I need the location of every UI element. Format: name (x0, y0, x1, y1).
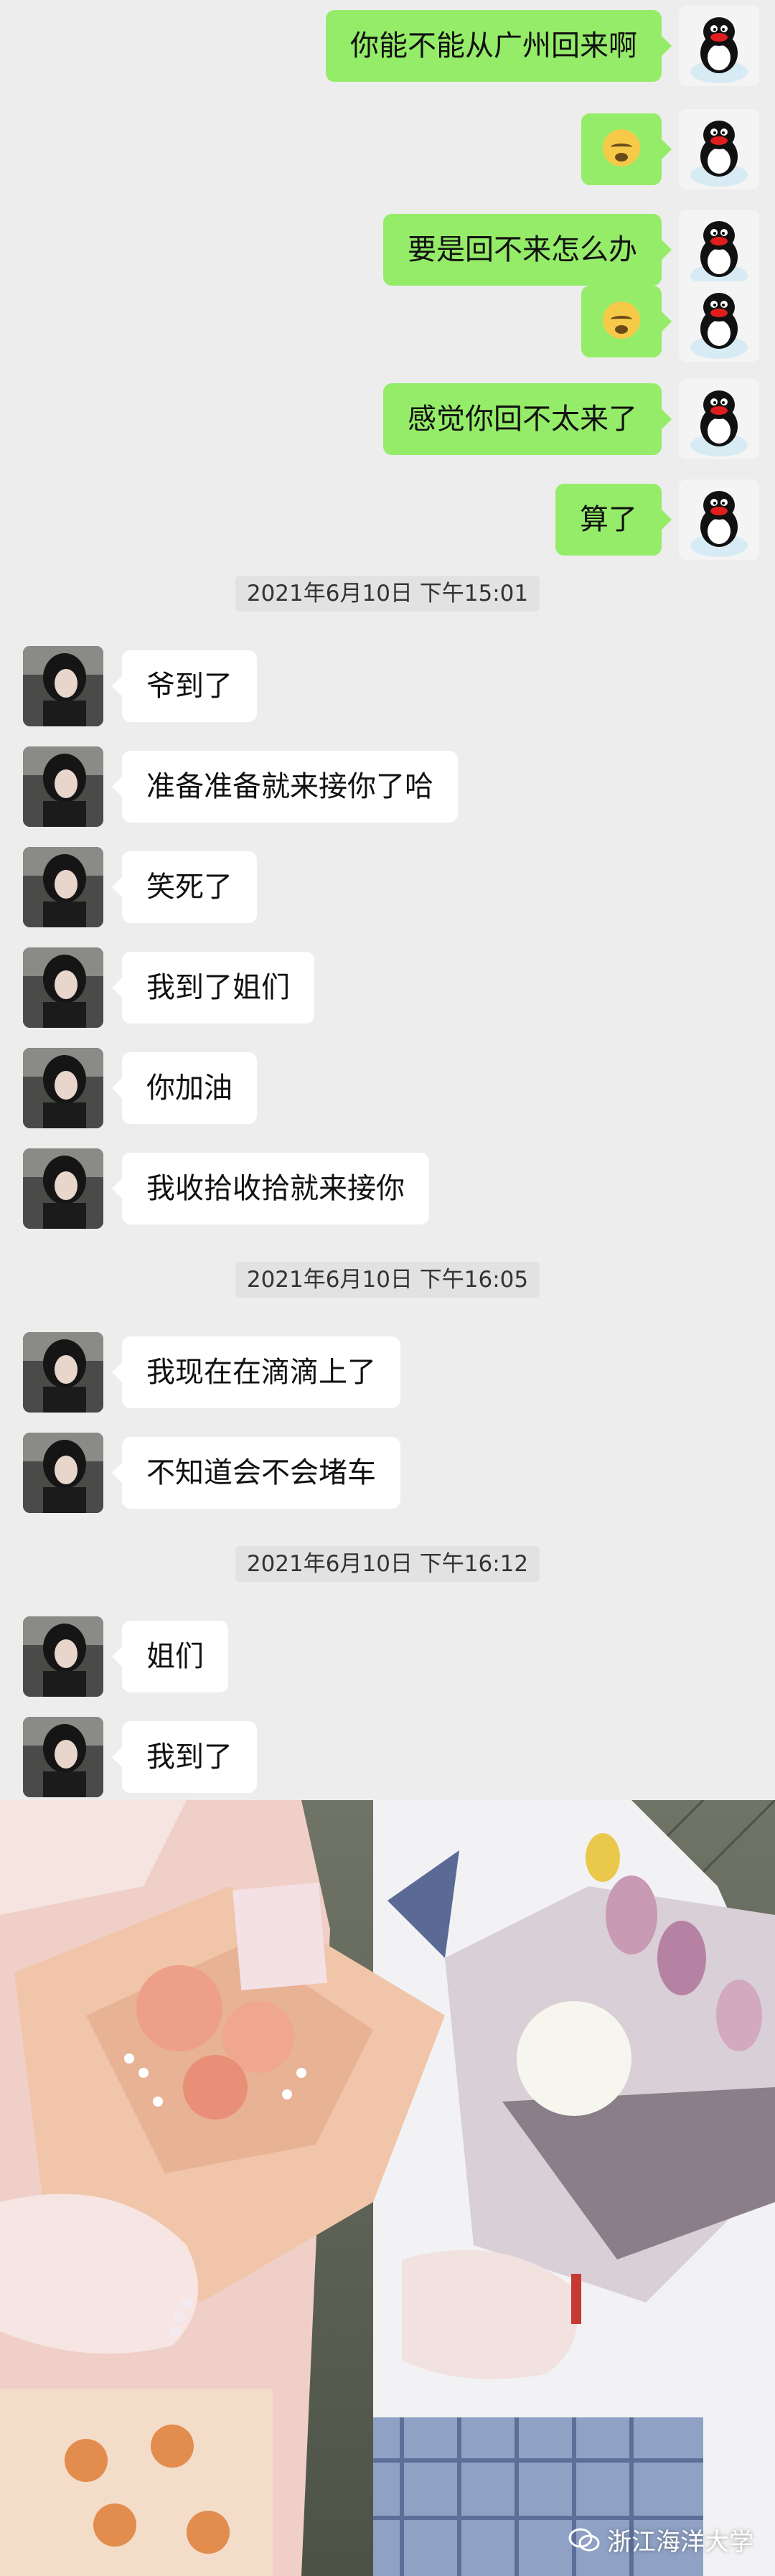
contact-message-bubble[interactable]: 姐们 (112, 1621, 228, 1692)
my-avatar-penguin-icon[interactable] (679, 6, 759, 86)
message-row-theirs: 我到了 (0, 1717, 775, 1797)
my-message-bubble[interactable]: 要是回不来怎么办 (383, 214, 672, 286)
contact-avatar[interactable] (23, 1616, 103, 1697)
contact-avatar[interactable] (23, 1332, 103, 1413)
message-row-theirs: 爷到了 (0, 646, 775, 726)
message-row-mine (0, 281, 775, 362)
penguin-avatar-icon (690, 293, 748, 359)
penguin-avatar-icon (690, 390, 748, 456)
my-avatar-penguin-icon[interactable] (679, 479, 759, 560)
timestamp-divider: 2021年6月10日 下午16:12 (0, 1546, 775, 1582)
contact-avatar[interactable] (23, 1717, 103, 1797)
penguin-avatar-icon (690, 491, 748, 557)
my-message-bubble[interactable]: 感觉你回不太来了 (383, 383, 672, 455)
sad-face-emoji-icon (603, 301, 640, 339)
chat-history[interactable]: 你能不能从广州回来啊 要是回不来怎么办 感觉你回不太来了 算了 2021年6月1… (0, 0, 775, 1800)
message-row-mine: 感觉你回不太来了 (0, 379, 775, 459)
timestamp-divider: 2021年6月10日 下午16:05 (0, 1262, 775, 1298)
contact-avatar[interactable] (23, 1148, 103, 1229)
timestamp-label: 2021年6月10日 下午16:05 (235, 1262, 540, 1298)
girl-photo-avatar-icon (23, 1332, 103, 1413)
timestamp-label: 2021年6月10日 下午16:12 (235, 1546, 540, 1582)
contact-message-bubble[interactable]: 你加油 (112, 1052, 257, 1124)
girl-photo-avatar-icon (23, 746, 103, 827)
contact-message-bubble[interactable]: 我到了 (112, 1721, 257, 1793)
sad-face-emoji-icon (603, 129, 640, 167)
watermark: 浙江海洋大学 (568, 2522, 753, 2557)
message-row-theirs: 我现在在滴滴上了 (0, 1332, 775, 1413)
watermark-text: 浙江海洋大学 (607, 2528, 753, 2557)
contact-avatar[interactable] (23, 847, 103, 927)
message-row-mine: 算了 (0, 479, 775, 560)
girl-photo-avatar-icon (23, 847, 103, 927)
contact-avatar[interactable] (23, 1433, 103, 1513)
my-avatar-penguin-icon[interactable] (679, 210, 759, 290)
contact-avatar[interactable] (23, 746, 103, 827)
message-row-theirs: 我收拾收拾就来接你 (0, 1148, 775, 1229)
message-row-mine: 你能不能从广州回来啊 (0, 6, 775, 86)
girl-photo-avatar-icon (23, 947, 103, 1028)
my-avatar-penguin-icon[interactable] (679, 281, 759, 362)
girl-photo-avatar-icon (23, 1433, 103, 1513)
girl-photo-avatar-icon (23, 646, 103, 726)
my-message-bubble[interactable]: 你能不能从广州回来啊 (326, 10, 672, 82)
message-row-theirs: 你加油 (0, 1048, 775, 1128)
contact-message-bubble[interactable]: 爷到了 (112, 650, 257, 722)
girl-photo-avatar-icon (23, 1616, 103, 1697)
my-avatar-penguin-icon[interactable] (679, 379, 759, 459)
girl-photo-avatar-icon (23, 1048, 103, 1128)
contact-avatar[interactable] (23, 646, 103, 726)
penguin-avatar-icon (690, 121, 748, 187)
penguin-avatar-icon (690, 221, 748, 287)
timestamp-divider: 2021年6月10日 下午15:01 (0, 576, 775, 612)
girl-photo-avatar-icon (23, 1717, 103, 1797)
contact-avatar[interactable] (23, 1048, 103, 1128)
my-avatar-penguin-icon[interactable] (679, 109, 759, 189)
contact-message-bubble[interactable]: 不知道会不会堵车 (112, 1437, 400, 1509)
penguin-avatar-icon (690, 17, 748, 83)
girl-photo-avatar-icon (23, 1148, 103, 1229)
my-message-bubble[interactable]: 算了 (555, 484, 672, 556)
message-row-theirs: 姐们 (0, 1616, 775, 1697)
contact-message-bubble[interactable]: 笑死了 (112, 851, 257, 923)
message-row-mine (0, 109, 775, 189)
bouquet-photo-illustration (0, 1800, 775, 2576)
message-row-theirs: 准备准备就来接你了哈 (0, 746, 775, 827)
contact-message-bubble[interactable]: 准备准备就来接你了哈 (112, 751, 458, 823)
timestamp-label: 2021年6月10日 下午15:01 (235, 576, 540, 612)
bouquet-photo: 浙江海洋大学 (0, 1800, 775, 2576)
contact-message-bubble[interactable]: 我到了姐们 (112, 952, 314, 1024)
contact-avatar[interactable] (23, 947, 103, 1028)
contact-message-bubble[interactable]: 我现在在滴滴上了 (112, 1336, 400, 1408)
my-emoji-bubble[interactable] (581, 113, 672, 185)
message-row-mine: 要是回不来怎么办 (0, 210, 775, 290)
message-row-theirs: 我到了姐们 (0, 947, 775, 1028)
wechat-official-account-icon (568, 2528, 600, 2551)
message-row-theirs: 不知道会不会堵车 (0, 1433, 775, 1513)
message-row-theirs: 笑死了 (0, 847, 775, 927)
contact-message-bubble[interactable]: 我收拾收拾就来接你 (112, 1153, 429, 1224)
my-emoji-bubble[interactable] (581, 286, 672, 357)
